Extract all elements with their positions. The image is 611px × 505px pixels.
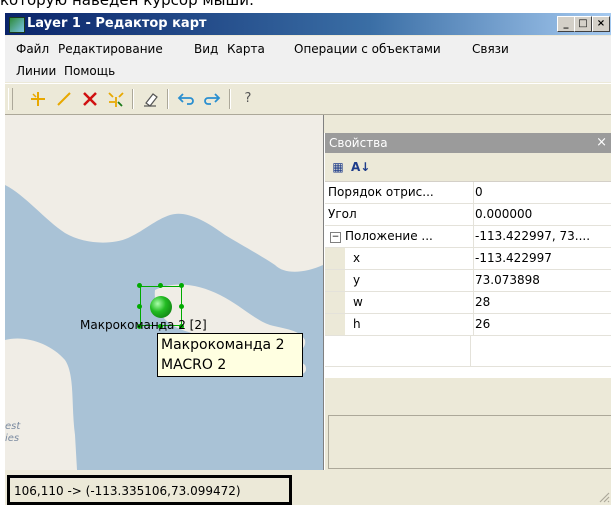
alphabetical-sort-icon[interactable]: A↓: [351, 158, 370, 176]
property-description: [328, 415, 611, 469]
map-canvas[interactable]: Макрокоманда 2 [2] Макрокоманда 2 MACRO …: [5, 115, 324, 470]
toolbar-separator: [132, 89, 134, 109]
property-name: x: [325, 248, 474, 269]
property-value[interactable]: 0: [475, 182, 611, 203]
categorized-view-icon[interactable]: ▦: [329, 158, 347, 176]
redo-icon[interactable]: [201, 88, 223, 110]
app-icon: [9, 17, 25, 33]
minimize-button[interactable]: _: [557, 16, 575, 32]
property-name: Порядок отрис...: [325, 182, 474, 203]
add-point-icon[interactable]: [27, 88, 49, 110]
menu-edit[interactable]: Редактирование: [55, 40, 166, 58]
toolbar-separator: [229, 89, 231, 109]
toolbar: ?: [5, 83, 611, 115]
maximize-button[interactable]: □: [574, 16, 592, 32]
property-row-w[interactable]: w 28: [325, 292, 611, 314]
select-points-icon[interactable]: [105, 88, 127, 110]
caption-fragment: которую наведен курсор мыши:: [0, 0, 255, 9]
property-value[interactable]: -113.422997, 73....: [475, 226, 611, 247]
menu-help[interactable]: Помощь: [61, 62, 118, 80]
delete-icon[interactable]: [79, 88, 101, 110]
tooltip-title: Макрокоманда 2: [161, 337, 285, 353]
toolbar-grip[interactable]: [8, 88, 13, 110]
eraser-icon[interactable]: [140, 88, 162, 110]
draw-line-icon[interactable]: [53, 88, 75, 110]
property-value[interactable]: 28: [475, 292, 611, 313]
property-row[interactable]: Угол 0.000000: [325, 204, 611, 226]
selection-handle[interactable]: [179, 283, 184, 288]
map-place-label: ies: [5, 433, 20, 444]
properties-panel: Свойства × ▦ A↓ Порядок отрис... 0 Угол …: [324, 133, 611, 470]
menu-map[interactable]: Карта: [224, 40, 268, 58]
property-name: w: [325, 292, 474, 313]
map-place-label: est: [5, 421, 21, 432]
property-row-y[interactable]: y 73.073898: [325, 270, 611, 292]
tooltip-subtitle: MACRO 2: [161, 357, 227, 373]
property-name: Угол: [325, 204, 474, 225]
property-row-h[interactable]: h 26: [325, 314, 611, 336]
properties-toolbar: ▦ A↓: [325, 155, 611, 179]
property-grid: Порядок отрис... 0 Угол 0.000000 − Полож…: [325, 181, 611, 378]
menu-object-operations[interactable]: Операции с объектами: [291, 40, 444, 58]
property-value[interactable]: 0.000000: [475, 204, 611, 225]
properties-header[interactable]: Свойства ×: [325, 133, 611, 153]
property-name: Положение ...: [325, 226, 474, 247]
object-label: Макрокоманда 2 [2]: [80, 318, 207, 332]
properties-title: Свойства: [329, 136, 388, 150]
property-row-empty: [325, 336, 611, 367]
menu-bar: Файл Редактирование Вид Карта Операции с…: [5, 36, 611, 82]
close-button[interactable]: ×: [592, 16, 610, 32]
property-row[interactable]: Порядок отрис... 0: [325, 182, 611, 204]
resize-grip-icon[interactable]: [598, 491, 610, 503]
selection-handle[interactable]: [179, 304, 184, 309]
menu-lines[interactable]: Линии: [13, 62, 59, 80]
selection-handle[interactable]: [137, 283, 142, 288]
help-icon[interactable]: ?: [237, 88, 259, 110]
window-title: Layer 1 - Редактор карт: [27, 16, 207, 31]
undo-icon[interactable]: [175, 88, 197, 110]
menu-file[interactable]: Файл: [13, 40, 52, 58]
object-tooltip: Макрокоманда 2 MACRO 2: [157, 333, 303, 377]
property-name-empty: [325, 336, 471, 366]
selection-handle[interactable]: [158, 283, 163, 288]
property-row-x[interactable]: x -113.422997: [325, 248, 611, 270]
property-row-position[interactable]: − Положение ... -113.422997, 73....: [325, 226, 611, 248]
toolbar-separator: [167, 89, 169, 109]
property-name: h: [325, 314, 474, 335]
properties-close-icon[interactable]: ×: [596, 133, 607, 153]
property-name: y: [325, 270, 474, 291]
status-bar: 106,110 -> (-113.335106,73.099472): [5, 471, 611, 505]
menu-links[interactable]: Связи: [469, 40, 512, 58]
coordinates-box: 106,110 -> (-113.335106,73.099472): [7, 475, 292, 505]
menu-view[interactable]: Вид: [191, 40, 221, 58]
property-value[interactable]: -113.422997: [475, 248, 611, 269]
property-value[interactable]: 26: [475, 314, 611, 335]
title-bar[interactable]: Layer 1 - Редактор карт _ □ ×: [5, 13, 611, 35]
macro-marker-icon[interactable]: [150, 296, 172, 318]
map-editor-window: Layer 1 - Редактор карт _ □ × Файл Редак…: [4, 13, 611, 505]
property-value[interactable]: 73.073898: [475, 270, 611, 291]
cursor-coordinates: 106,110 -> (-113.335106,73.099472): [14, 484, 241, 498]
selection-handle[interactable]: [137, 304, 142, 309]
